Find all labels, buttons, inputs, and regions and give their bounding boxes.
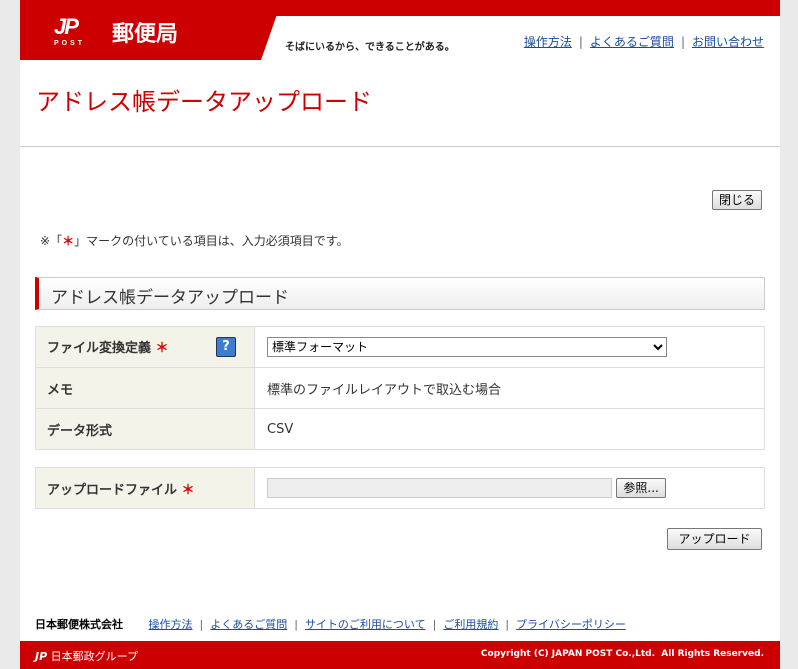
upload-button[interactable]: アップロード: [667, 528, 762, 550]
logo-sub: POST: [54, 40, 86, 47]
table-row: データ形式 CSV: [35, 408, 765, 450]
footer-links: 日本郵便株式会社 操作方法 | よくあるご質問 | サイトのご利用について | ご利用規約 |…: [35, 618, 626, 631]
header: JP POST 郵便局 そばにいるから、できることがある。 操作方法 | よくあるご…: [20, 0, 780, 60]
memo-label: メモ: [35, 367, 255, 409]
settings-table: ファイル変換定義 ＊? 標準フォーマット メモ 標準のファイルレイアウトで取込む場…: [35, 326, 765, 450]
format-label: データ形式: [35, 408, 255, 450]
link-contact[interactable]: お問い合わせ: [692, 35, 764, 49]
header-links: 操作方法 | よくあるご質問 | お問い合わせ: [523, 35, 764, 49]
memo-value: 標準のファイルレイアウトで取込む場合: [254, 367, 765, 409]
group-logo-mark: JP: [35, 650, 48, 663]
copyright: Copyright (C) JAPAN POST Co.,Ltd. All Ri…: [480, 649, 764, 659]
footer-link-how-to[interactable]: 操作方法: [149, 618, 193, 631]
footer-link-terms[interactable]: ご利用規約: [443, 618, 498, 631]
logo-mark: JP: [54, 14, 79, 39]
link-how-to[interactable]: 操作方法: [524, 35, 572, 49]
section-title: アドレス帳データアップロード: [35, 277, 765, 310]
link-faq[interactable]: よくあるご質問: [590, 35, 674, 49]
required-mark: ＊: [155, 341, 169, 356]
help-icon[interactable]: ?: [216, 337, 236, 357]
group-logo: JP 日本郵政グループ: [35, 648, 138, 664]
company-name: 日本郵便株式会社: [35, 618, 123, 631]
footer-link-privacy[interactable]: プライバシーポリシー: [516, 618, 626, 631]
page-title: アドレス帳データアップロード: [36, 88, 372, 116]
footer-link-site-usage[interactable]: サイトのご利用について: [305, 618, 426, 631]
table-row: アップロードファイル ＊ 参照...: [35, 467, 765, 509]
format-value: CSV: [254, 408, 765, 450]
required-mark: ＊: [62, 234, 75, 248]
conversion-select[interactable]: 標準フォーマット: [267, 337, 667, 357]
upload-table: アップロードファイル ＊ 参照...: [35, 467, 765, 509]
required-note: ※「＊」マークの付いている項目は、入力必須項目です。: [40, 232, 349, 249]
brand-name: 郵便局: [112, 22, 179, 47]
group-name: 日本郵政グループ: [50, 650, 138, 663]
conv-label: ファイル変換定義: [47, 341, 152, 356]
tagline: そばにいるから、できることがある。: [285, 42, 455, 53]
browse-button[interactable]: 参照...: [616, 478, 667, 498]
upload-label: アップロードファイル: [47, 482, 178, 498]
footer-bar: JP 日本郵政グループ Copyright (C) JAPAN POST Co.…: [20, 641, 780, 669]
divider: [20, 146, 780, 147]
table-row: ファイル変換定義 ＊? 標準フォーマット: [35, 326, 765, 368]
footer-link-faq[interactable]: よくあるご質問: [210, 618, 287, 631]
note-prefix: ※「: [40, 234, 63, 248]
page: JP POST 郵便局 そばにいるから、できることがある。 操作方法 | よくあるご…: [20, 0, 780, 669]
table-row: メモ 標準のファイルレイアウトで取込む場合: [35, 367, 765, 409]
note-text: 」マークの付いている項目は、入力必須項目です。: [74, 234, 349, 248]
required-mark: ＊: [181, 482, 195, 498]
file-input[interactable]: [267, 478, 612, 498]
close-button[interactable]: 閉じる: [712, 190, 762, 210]
japan-post-logo[interactable]: JP POST 郵便局: [54, 14, 178, 47]
